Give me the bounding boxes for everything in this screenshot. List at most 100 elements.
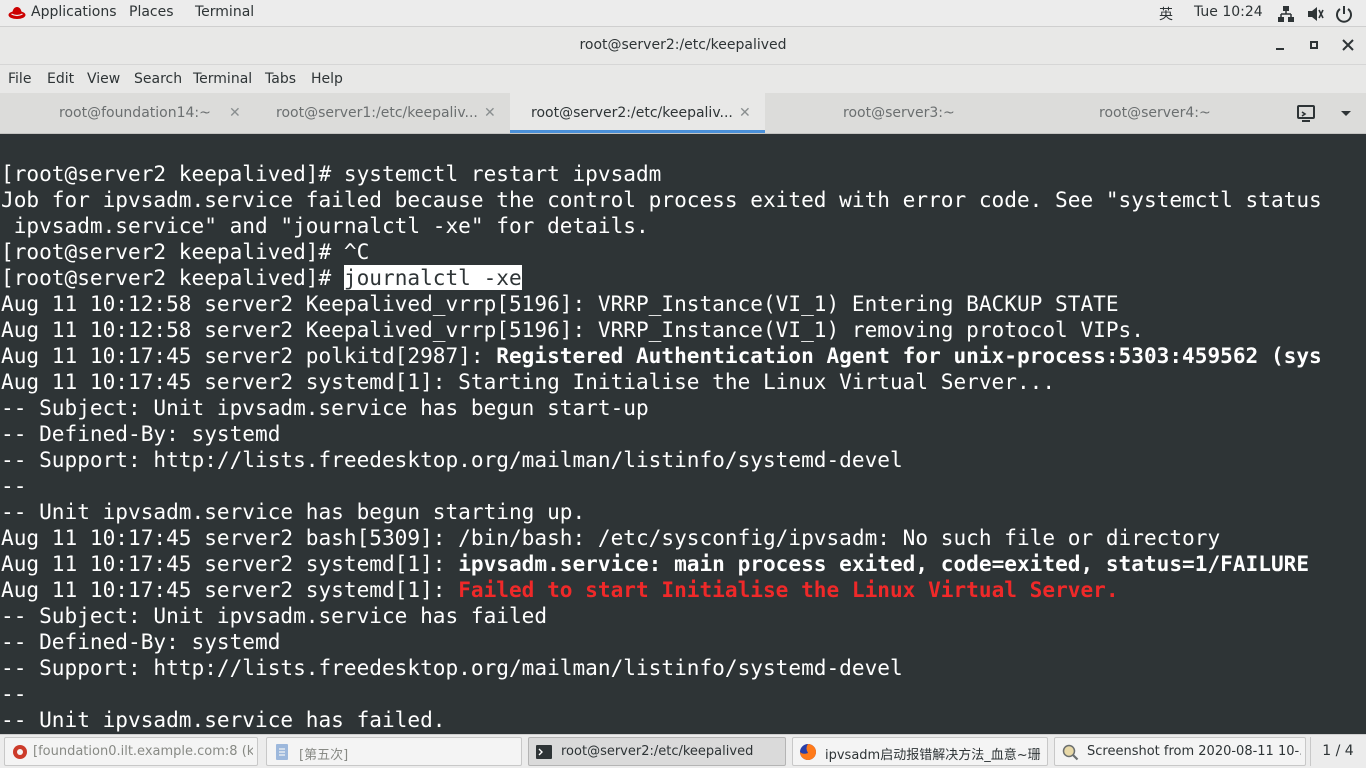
terminal-text: ipvsadm.service" and "journalctl -xe" fo… — [1, 213, 649, 238]
menu-view[interactable]: View — [87, 71, 120, 87]
input-method-indicator[interactable]: 英 — [1159, 4, 1173, 24]
task-label: root@server2:/etc/keepalived — [561, 744, 754, 759]
terminal-text: -- Subject: Unit ipvsadm.service has fai… — [1, 603, 548, 628]
terminal-text: Registered Authentication Agent for unix… — [496, 343, 1322, 368]
tab-close-icon[interactable]: ✕ — [229, 105, 241, 121]
terminal-line: -- Defined-By: systemd — [1, 629, 280, 655]
tab-bar: root@foundation14:~ ✕ root@server1:/etc/… — [0, 93, 1366, 134]
terminal-text: [root@server2 keepalived]# systemctl res… — [1, 161, 662, 186]
terminal-line: -- Support: http://lists.freedesktop.org… — [1, 447, 903, 473]
terminal-text: Aug 11 10:17:45 server2 polkitd[2987]: — [1, 343, 497, 368]
terminal-line: Aug 11 10:12:58 server2 Keepalived_vrrp[… — [1, 317, 1144, 343]
terminal-line: -- Support: http://lists.freedesktop.org… — [1, 655, 903, 681]
tab-close-icon[interactable]: ✕ — [484, 105, 496, 121]
terminal-line: [root@server2 keepalived]# ^C — [1, 239, 369, 265]
terminal-line: [root@server2 keepalived]# journalctl -x… — [1, 265, 522, 291]
close-icon[interactable] — [1340, 37, 1356, 53]
applications-menu[interactable]: Applications — [31, 4, 117, 20]
redhat-logo-icon — [8, 7, 26, 19]
clock[interactable]: Tue 10:24 — [1194, 4, 1263, 20]
window-titlebar[interactable]: root@server2:/etc/keepalived — [0, 27, 1366, 65]
tab-close-icon[interactable]: ✕ — [739, 105, 751, 121]
menu-edit[interactable]: Edit — [47, 71, 74, 87]
error-text: Failed to start Initialise the Linux Vir… — [458, 577, 1119, 602]
terminal-line: ipvsadm.service" and "journalctl -xe" fo… — [1, 213, 649, 239]
menu-help[interactable]: Help — [311, 71, 343, 87]
tab-label: root@server4:~ — [1099, 105, 1211, 121]
terminal-text: Aug 11 10:17:45 server2 systemd[1]: — [1, 577, 459, 602]
menu-bar: File Edit View Search Terminal Tabs Help — [0, 65, 1366, 93]
terminal-text: Aug 11 10:12:58 server2 Keepalived_vrrp[… — [1, 317, 1144, 342]
task-label: ipvsadm启动报错解决方法_血意~珊... — [825, 748, 1041, 763]
terminal-text: -- Defined-By: systemd — [1, 629, 281, 654]
terminal-line: Aug 11 10:17:45 server2 systemd[1]: ipvs… — [1, 551, 1309, 577]
menu-tabs[interactable]: Tabs — [265, 71, 296, 87]
tab-label: root@server1:/etc/keepaliv... — [276, 105, 478, 121]
new-tab-icon[interactable] — [1296, 104, 1316, 122]
volume-icon[interactable] — [1305, 4, 1325, 24]
menu-file[interactable]: File — [8, 71, 31, 87]
terminal-text: ipvsadm.service: main process exited, co… — [458, 551, 1310, 576]
task-label: [第五次] — [299, 748, 349, 763]
terminal-line: -- Unit ipvsadm.service has failed. — [1, 707, 445, 733]
task-virt-viewer[interactable]: [foundation0.ilt.example.com:8 (kio... — [4, 737, 258, 766]
terminal-text: Job for ipvsadm.service failed because t… — [1, 187, 1322, 212]
terminal-text: -- — [1, 473, 27, 498]
task-firefox[interactable]: ipvsadm启动报错解决方法_血意~珊... — [792, 737, 1048, 766]
virt-viewer-icon — [13, 745, 27, 759]
terminal-line: [root@server2 keepalived]# systemctl res… — [1, 161, 661, 187]
terminal-line: -- Subject: Unit ipvsadm.service has beg… — [1, 395, 649, 421]
menu-terminal[interactable]: Terminal — [193, 71, 252, 87]
terminal-line: Aug 11 10:17:45 server2 systemd[1]: Fail… — [1, 577, 1119, 603]
tab-server1[interactable]: root@server1:/etc/keepaliv... ✕ — [255, 93, 510, 133]
terminal-line: -- Defined-By: systemd — [1, 421, 280, 447]
terminal-line: -- Subject: Unit ipvsadm.service has fai… — [1, 603, 547, 629]
minimize-icon[interactable] — [1272, 37, 1288, 53]
terminal-text: Aug 11 10:17:45 server2 systemd[1]: — [1, 551, 459, 576]
window-title: root@server2:/etc/keepalived — [579, 37, 787, 53]
terminal-line: -- Unit ipvsadm.service has begun starti… — [1, 499, 585, 525]
terminal-text: Aug 11 10:12:58 server2 Keepalived_vrrp[… — [1, 291, 1119, 316]
menu-search[interactable]: Search — [134, 71, 182, 87]
gnome-top-bar: Applications Places Terminal 英 Tue 10:24 — [0, 0, 1366, 27]
terminal-line: Aug 11 10:17:45 server2 polkitd[2987]: R… — [1, 343, 1322, 369]
terminal-text: -- Unit ipvsadm.service has failed. — [1, 707, 446, 732]
terminal-icon — [536, 745, 552, 759]
tab-label: root@server2:/etc/keepaliv... — [531, 105, 733, 121]
terminal-text: -- Unit ipvsadm.service has begun starti… — [1, 499, 586, 524]
terminal-line: -- — [1, 681, 26, 707]
window-list-taskbar: [foundation0.ilt.example.com:8 (kio... [… — [0, 734, 1366, 768]
terminal-text: -- Support: http://lists.freedesktop.org… — [1, 447, 903, 472]
tab-label: root@server3:~ — [843, 105, 955, 121]
power-icon[interactable] — [1334, 4, 1354, 24]
task-image-viewer[interactable]: Screenshot from 2020-08-11 10-... — [1054, 737, 1306, 766]
places-menu[interactable]: Places — [129, 4, 174, 20]
workspace-switcher[interactable]: 1 / 4 — [1310, 737, 1365, 766]
terminal-line: Aug 11 10:12:58 server2 Keepalived_vrrp[… — [1, 291, 1119, 317]
terminal-app-menu[interactable]: Terminal — [195, 4, 254, 20]
task-label: [foundation0.ilt.example.com:8 (kio... — [33, 744, 253, 759]
terminal-text: -- Defined-By: systemd — [1, 421, 281, 446]
task-terminal[interactable]: root@server2:/etc/keepalived — [528, 737, 786, 766]
document-icon — [276, 744, 288, 760]
task-document[interactable]: [第五次] — [266, 737, 522, 766]
terminal-text: -- — [1, 681, 27, 706]
terminal-text: [root@server2 keepalived]# ^C — [1, 239, 370, 264]
tab-menu-chevron-down-icon[interactable] — [1339, 107, 1353, 119]
maximize-icon[interactable] — [1306, 37, 1322, 53]
terminal-text: Aug 11 10:17:45 server2 systemd[1]: Star… — [1, 369, 1056, 394]
image-viewer-icon — [1062, 744, 1079, 761]
network-wired-icon[interactable] — [1276, 4, 1296, 24]
tab-server3[interactable]: root@server3:~ — [765, 93, 1020, 133]
terminal-text: Aug 11 10:17:45 server2 bash[5309]: /bin… — [1, 525, 1221, 550]
firefox-icon — [800, 744, 816, 760]
terminal-line: Job for ipvsadm.service failed because t… — [1, 187, 1322, 213]
terminal-text: -- Support: http://lists.freedesktop.org… — [1, 655, 903, 680]
tab-server2[interactable]: root@server2:/etc/keepaliv... ✕ — [510, 93, 765, 133]
tab-foundation14[interactable]: root@foundation14:~ ✕ — [0, 93, 255, 133]
terminal-output[interactable]: [root@server2 keepalived]# systemctl res… — [0, 134, 1366, 734]
terminal-text: -- Subject: Unit ipvsadm.service has beg… — [1, 395, 649, 420]
tab-server4[interactable]: root@server4:~ — [1020, 93, 1280, 133]
selected-text: journalctl -xe — [343, 265, 522, 290]
tab-label: root@foundation14:~ — [59, 105, 211, 121]
